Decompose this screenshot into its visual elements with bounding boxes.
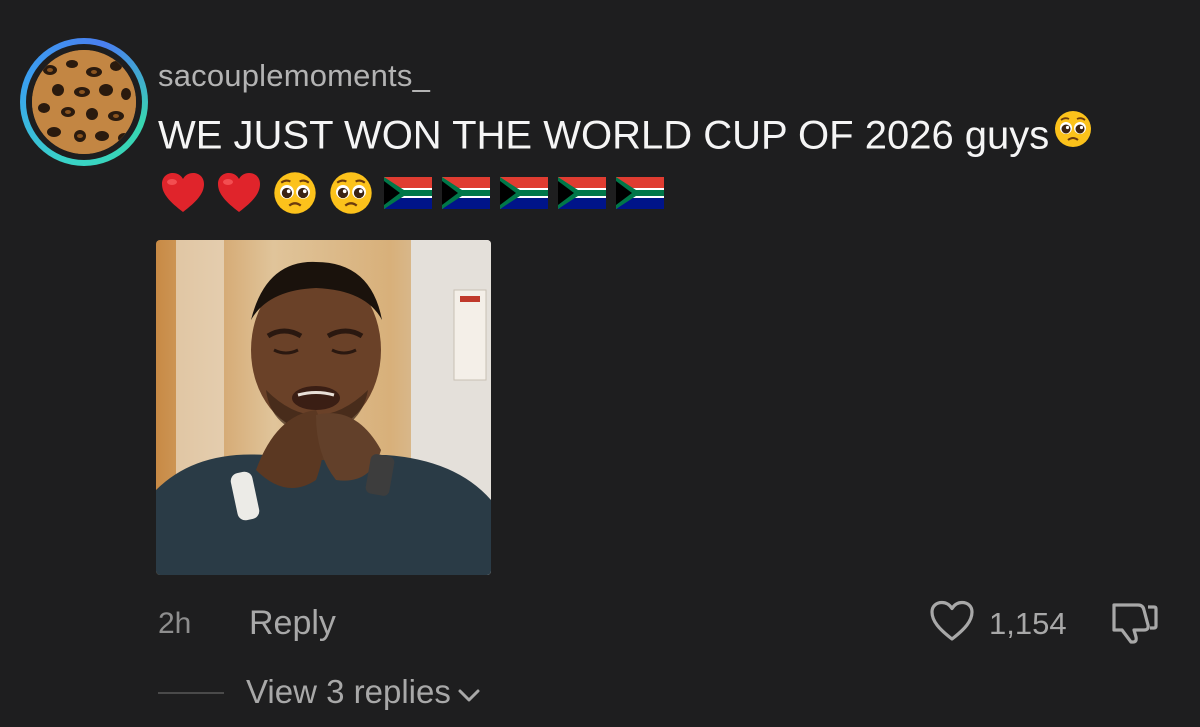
like-button[interactable]: 1,154 xyxy=(929,600,1067,647)
south-africa-flag-emoji xyxy=(558,177,606,214)
chevron-down-icon[interactable] xyxy=(457,673,481,711)
comment-timestamp: 2h xyxy=(158,607,192,640)
avatar-gap xyxy=(26,44,142,160)
pleading-face-emoji xyxy=(272,170,318,221)
red-heart-emoji xyxy=(216,172,262,219)
avatar[interactable] xyxy=(32,50,136,154)
comment-gif-attachment[interactable] xyxy=(156,240,491,575)
like-count: 1,154 xyxy=(989,605,1067,641)
thumbs-down-icon[interactable] xyxy=(1108,603,1158,649)
south-africa-flag-emoji xyxy=(442,177,490,214)
south-africa-flag-emoji xyxy=(616,177,664,214)
pleading-face-emoji xyxy=(1053,109,1093,159)
crying-man-gif-image xyxy=(156,240,491,575)
comment-text: WE JUST WON THE WORLD CUP OF 2026 guys xyxy=(158,111,1093,163)
leopard-pattern-avatar-image xyxy=(32,50,136,154)
south-africa-flag-emoji xyxy=(500,177,548,214)
view-replies-label[interactable]: View 3 replies xyxy=(246,673,451,711)
comment-emoji-row xyxy=(160,170,664,221)
dislike-button[interactable] xyxy=(1108,601,1158,650)
reply-button[interactable]: Reply xyxy=(249,604,336,643)
view-replies-button[interactable]: View 3 replies xyxy=(246,673,481,711)
heart-outline-icon[interactable] xyxy=(929,600,975,647)
pleading-face-emoji xyxy=(328,170,374,221)
replies-divider xyxy=(158,692,224,694)
comment-text-body: WE JUST WON THE WORLD CUP OF 2026 guys xyxy=(158,113,1050,158)
south-africa-flag-emoji xyxy=(384,177,432,214)
red-heart-emoji xyxy=(160,172,206,219)
story-ring[interactable] xyxy=(20,38,148,166)
comment-username[interactable]: sacouplemoments_ xyxy=(158,58,430,94)
